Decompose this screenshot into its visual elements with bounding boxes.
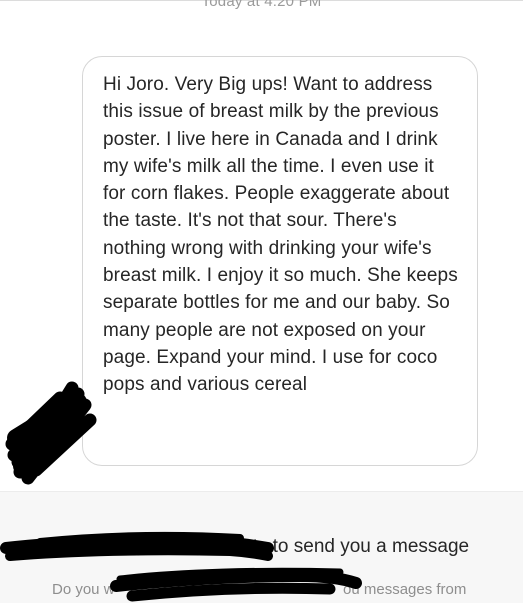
message-timestamp: Today at 4:20 PM <box>201 0 322 10</box>
message-text: Hi Joro. Very Big ups! Want to address t… <box>103 74 458 396</box>
message-bubble[interactable]: Hi Joro. Very Big ups! Want to address t… <box>82 56 478 466</box>
message-request-view: Today at 4:20 PM Hi Joro. Very Big ups! … <box>0 0 523 603</box>
message-request-notice-text: nts to send you a message <box>242 536 470 557</box>
avatar-redaction-scribble <box>5 381 97 485</box>
message-request-question-end: ou messages from <box>343 581 467 598</box>
message-request-question-start: Do you w <box>52 581 115 598</box>
